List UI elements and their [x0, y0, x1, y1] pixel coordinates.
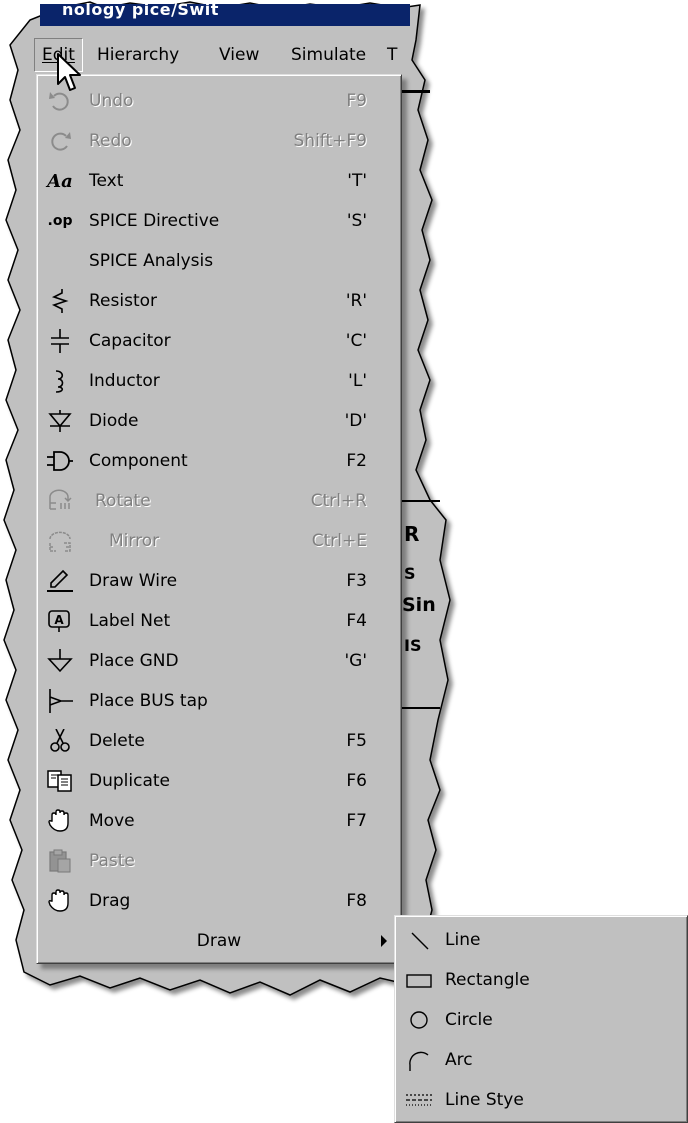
menu-item-duplicate[interactable]: Duplicate F6	[41, 761, 397, 801]
menu-bar: Edit Hierarchy View Simulate T	[28, 38, 428, 74]
menu-item-text[interactable]: Aa Text 'T'	[41, 161, 397, 201]
text-icon: Aa	[47, 170, 73, 192]
label-net-icon: A	[47, 609, 73, 633]
submenu-arrow-icon	[381, 935, 387, 947]
arc-icon	[405, 1048, 433, 1072]
draw-wire-icon	[47, 569, 73, 593]
menu-item-place-gnd[interactable]: Place GND 'G'	[41, 641, 397, 681]
menu-item-draw-wire[interactable]: Draw Wire F3	[41, 561, 397, 601]
menu-item-drag[interactable]: Drag F8	[41, 881, 397, 921]
menu-view[interactable]: View	[212, 38, 266, 72]
capacitor-icon	[47, 329, 73, 353]
menu-simulate[interactable]: Simulate	[284, 38, 373, 72]
menu-item-move[interactable]: Move F7	[41, 801, 397, 841]
submenu-item-line-style[interactable]: Line Stye	[399, 1080, 679, 1120]
scissors-icon	[47, 729, 73, 753]
menu-item-component[interactable]: Component F2	[41, 441, 397, 481]
mouse-cursor-icon	[57, 53, 81, 91]
menu-item-paste[interactable]: Paste	[41, 841, 397, 881]
submenu-item-circle[interactable]: Circle	[399, 1000, 679, 1040]
menu-item-resistor[interactable]: Resistor 'R'	[41, 281, 397, 321]
menu-item-inductor[interactable]: Inductor 'L'	[41, 361, 397, 401]
move-hand-icon	[47, 809, 73, 833]
menu-hierarchy[interactable]: Hierarchy	[90, 38, 186, 72]
window-title-fragment: nology pice/Swit	[62, 0, 219, 19]
menu-item-diode[interactable]: Diode 'D'	[41, 401, 397, 441]
menu-item-delete[interactable]: Delete F5	[41, 721, 397, 761]
drag-hand-icon	[47, 889, 73, 913]
menu-item-mirror[interactable]: Mirror Ctrl+E	[41, 521, 397, 561]
menu-item-undo[interactable]: Undo F9	[41, 81, 397, 121]
paste-icon	[47, 849, 73, 873]
submenu-item-rectangle[interactable]: Rectangle	[399, 960, 679, 1000]
mirror-icon	[47, 529, 73, 553]
menu-item-capacitor[interactable]: Capacitor 'C'	[41, 321, 397, 361]
schematic-label-s: S	[404, 564, 416, 583]
submenu-item-arc[interactable]: Arc	[399, 1040, 679, 1080]
menu-item-spice-analysis[interactable]: SPICE Analysis	[41, 241, 397, 281]
menu-item-spice-directive[interactable]: .op SPICE Directive 'S'	[41, 201, 397, 241]
menu-tools[interactable]: T	[380, 38, 404, 72]
schematic-label-r: R	[404, 522, 420, 546]
menu-item-redo[interactable]: Redo Shift+F9	[41, 121, 397, 161]
menu-item-label-net[interactable]: A Label Net F4	[41, 601, 397, 641]
spice-directive-icon: .op	[47, 213, 73, 229]
rectangle-icon	[405, 968, 433, 992]
draw-submenu: Line Rectangle Circle Arc Line Stye	[394, 915, 688, 1123]
component-icon	[47, 449, 73, 473]
menu-item-rotate[interactable]: Rotate Ctrl+R	[41, 481, 397, 521]
ground-icon	[47, 649, 73, 673]
diode-icon	[47, 409, 73, 433]
svg-text:A: A	[54, 613, 64, 627]
redo-icon	[47, 129, 73, 153]
schematic-label-sin: Sin	[402, 594, 436, 616]
resistor-icon	[47, 289, 73, 313]
inductor-icon	[47, 369, 73, 393]
menu-item-place-bus-tap[interactable]: Place BUS tap	[41, 681, 397, 721]
circle-icon	[405, 1008, 433, 1032]
schematic-wire	[400, 90, 430, 93]
line-style-icon	[405, 1088, 433, 1112]
submenu-item-line[interactable]: Line	[399, 920, 679, 960]
bus-tap-icon	[47, 689, 73, 713]
schematic-label-is: IS	[404, 636, 422, 655]
line-icon	[405, 928, 433, 952]
menu-item-draw[interactable]: Draw	[41, 921, 397, 961]
edit-menu: Undo F9 Redo Shift+F9 Aa Text 'T' .op SP…	[36, 74, 402, 964]
duplicate-icon	[47, 769, 73, 793]
rotate-icon	[47, 489, 73, 513]
